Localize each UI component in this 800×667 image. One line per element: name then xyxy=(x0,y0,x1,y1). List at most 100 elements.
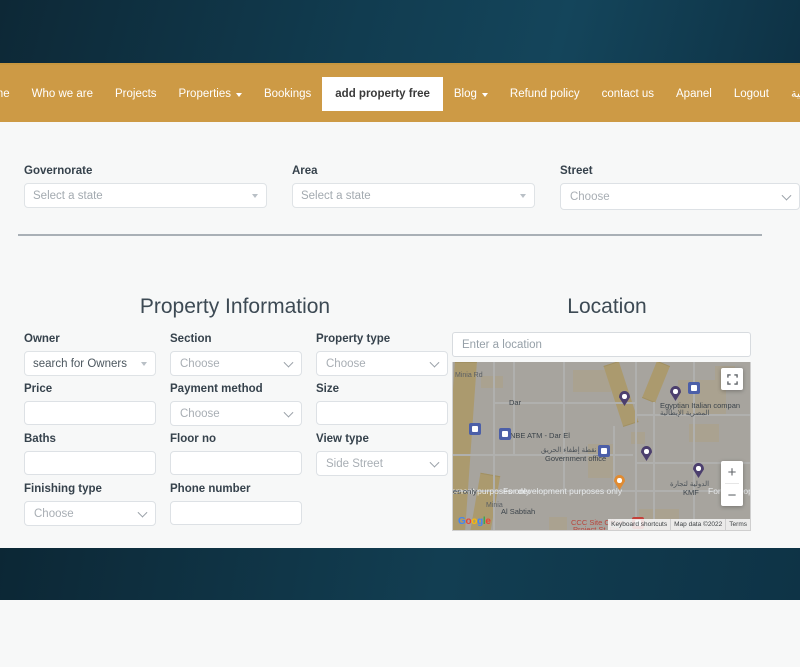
location-heading: Location xyxy=(452,294,762,320)
owner-select[interactable]: search for Owners xyxy=(24,351,156,376)
nav-item-label: Projects xyxy=(115,86,157,102)
nav-item-label: Properties xyxy=(179,86,231,102)
chevron-down-icon xyxy=(138,507,148,517)
google-logo[interactable]: Google xyxy=(458,516,491,527)
nav-item-label: Home xyxy=(0,86,10,102)
section-divider xyxy=(18,234,762,236)
governorate-label: Governorate xyxy=(24,164,267,178)
location-search-input[interactable] xyxy=(452,332,751,357)
phone-number-input[interactable] xyxy=(170,501,302,525)
price-label: Price xyxy=(24,382,156,396)
property-type-select[interactable]: Choose xyxy=(316,351,448,376)
location-panel: For development purposes only For develo… xyxy=(452,332,751,667)
section-value: Choose xyxy=(180,358,220,370)
chevron-down-icon xyxy=(782,190,792,200)
chevron-down-icon xyxy=(252,194,258,198)
field-group-finishing-type: Finishing type Choose xyxy=(24,482,156,526)
nav-item-projects[interactable]: Projects xyxy=(104,81,168,107)
finishing-type-select[interactable]: Choose xyxy=(24,501,156,526)
nav-item-who-we-are[interactable]: Who we are xyxy=(21,81,104,107)
section-select[interactable]: Choose xyxy=(170,351,302,376)
area-select[interactable]: Select a state xyxy=(292,183,535,208)
google-logo-letter: e xyxy=(485,516,490,527)
nav-item-label: add property free xyxy=(335,86,430,102)
field-group-owner: Ownersearch for Owners xyxy=(24,332,156,376)
payment-method-value: Choose xyxy=(180,408,220,420)
field-group-payment-method: Payment methodChoose xyxy=(170,382,302,426)
nav-list: Home Who we are Projects Properties Bookings… xyxy=(0,77,800,111)
view-type-value: Side Street xyxy=(326,458,383,470)
floor-no-label: Floor no xyxy=(170,432,302,446)
caret-down-icon xyxy=(482,93,488,97)
nav-item-label: Blog xyxy=(454,86,477,102)
map-fullscreen-button[interactable] xyxy=(721,368,743,390)
property-type-value: Choose xyxy=(326,358,366,370)
field-group-property-type: Property type Choose xyxy=(316,332,448,376)
street-select[interactable]: Choose xyxy=(560,183,800,210)
caret-down-icon xyxy=(236,93,242,97)
field-group-size: Size xyxy=(316,382,448,426)
street-label: Street xyxy=(560,164,800,178)
nav-item-contact-us[interactable]: contact us xyxy=(591,81,665,107)
nav-item-label: Logout xyxy=(734,86,769,102)
area-value: Select a state xyxy=(301,190,371,202)
map-zoom-controls: + − xyxy=(721,461,743,506)
nav-item-label: Bookings xyxy=(264,86,311,102)
governorate-value: Select a state xyxy=(33,190,103,202)
size-input[interactable] xyxy=(316,401,448,425)
governorate-field-group: Governorate Select a state xyxy=(24,164,267,210)
map-zoom-out-button[interactable]: − xyxy=(721,484,743,506)
nav-item-blog[interactable]: Blog xyxy=(443,81,499,107)
view-type-label: View type xyxy=(316,432,448,446)
area-label: Area xyxy=(292,164,535,178)
nav-item-bookings[interactable]: Bookings xyxy=(253,81,322,107)
nav-item-label: Apanel xyxy=(676,86,712,102)
nav-item-label: Refund policy xyxy=(510,86,580,102)
google-map[interactable]: For development purposes only For develo… xyxy=(452,362,751,531)
chevron-down-icon xyxy=(284,357,294,367)
chevron-down-icon xyxy=(520,194,526,198)
map-tiles xyxy=(453,362,750,530)
form-row: Ownersearch for OwnersSectionChoosePrope… xyxy=(24,332,448,376)
nav-item-refund-policy[interactable]: Refund policy xyxy=(499,81,591,107)
nav-item-العربية[interactable]: العربية xyxy=(780,81,800,107)
chevron-down-icon xyxy=(141,362,147,366)
payment-method-select[interactable]: Choose xyxy=(170,401,302,426)
baths-label: Baths xyxy=(24,432,156,446)
nav-item-label: Who we are xyxy=(32,86,93,102)
floor-no-input[interactable] xyxy=(170,451,302,475)
street-field-group: Street Choose xyxy=(560,164,800,210)
field-group-phone-number: Phone number xyxy=(170,482,302,526)
location-search-wrap xyxy=(452,332,751,357)
property-information-form: Ownersearch for OwnersSectionChoosePrope… xyxy=(24,332,448,532)
map-attribution-item[interactable]: Terms xyxy=(725,519,750,530)
fullscreen-icon xyxy=(727,374,738,385)
price-input[interactable] xyxy=(24,401,156,425)
field-group-view-type: View type Side Street xyxy=(316,432,448,476)
view-type-select[interactable]: Side Street xyxy=(316,451,448,476)
property-type-label: Property type xyxy=(316,332,448,346)
governorate-select[interactable]: Select a state xyxy=(24,183,267,208)
map-attribution-item[interactable]: Map data ©2022 xyxy=(670,519,725,530)
nav-item-home[interactable]: Home xyxy=(0,81,21,107)
chevron-down-icon xyxy=(430,457,440,467)
field-group-baths: Baths xyxy=(24,432,156,476)
nav-item-add-property-free[interactable]: add property free xyxy=(322,77,443,111)
area-field-group: Area Select a state xyxy=(292,164,535,210)
field-group-floor-no: Floor no xyxy=(170,432,302,476)
top-header-bar xyxy=(0,0,800,65)
map-attribution-item[interactable]: Keyboard shortcuts xyxy=(608,519,670,530)
size-label: Size xyxy=(316,382,448,396)
nav-item-logout[interactable]: Logout xyxy=(723,81,780,107)
finishing-type-label: Finishing type xyxy=(24,482,156,496)
chevron-down-icon xyxy=(284,407,294,417)
baths-input[interactable] xyxy=(24,451,156,475)
nav-item-properties[interactable]: Properties xyxy=(168,81,253,107)
form-row: Baths Floor no View type Side Street xyxy=(24,432,448,476)
finishing-type-value: Choose xyxy=(34,508,74,520)
map-attribution-bar: Keyboard shortcutsMap data ©2022Terms xyxy=(608,519,750,530)
chevron-down-icon xyxy=(430,357,440,367)
nav-item-apanel[interactable]: Apanel xyxy=(665,81,723,107)
page-content: Governorate Select a state Area Select a… xyxy=(0,122,800,548)
map-zoom-in-button[interactable]: + xyxy=(721,461,743,483)
